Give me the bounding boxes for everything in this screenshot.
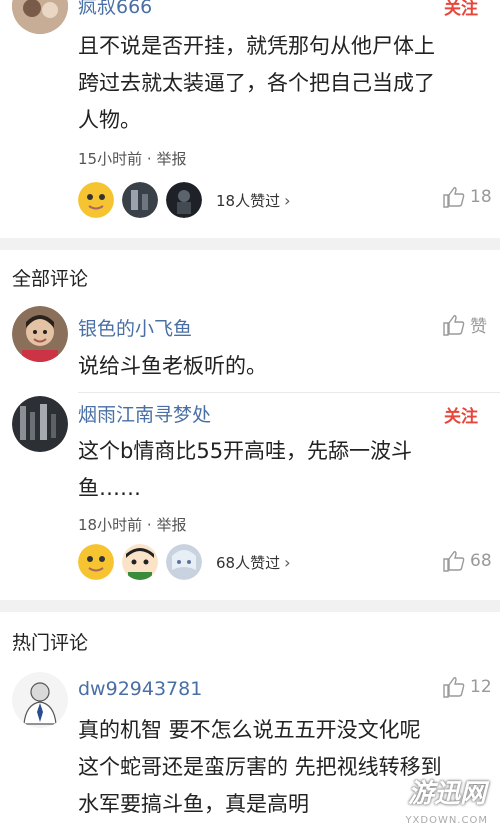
comment-line: 说给斗鱼老板听的。	[78, 354, 267, 378]
like-count: 12	[470, 677, 492, 697]
follow-button[interactable]: 关注	[444, 402, 478, 427]
report-link[interactable]: 举报	[156, 150, 186, 168]
likers-count[interactable]: 18人赞过	[216, 190, 280, 211]
avatar[interactable]	[12, 396, 68, 452]
liker-avatar	[78, 182, 114, 218]
comment-line: 人物。	[78, 108, 141, 132]
likers-count[interactable]: 68人赞过	[216, 552, 280, 573]
comment-line: 这个b情商比55开高哇，先舔一波斗	[78, 439, 413, 463]
chevron-right-icon: ›	[284, 190, 291, 210]
thumbs-up-icon	[443, 314, 465, 336]
section-divider	[0, 600, 500, 612]
avatar[interactable]	[12, 672, 68, 728]
comment-text: 这个b情商比55开高哇，先舔一波斗 鱼……	[78, 433, 493, 507]
like-button[interactable]: 12	[442, 676, 492, 698]
report-link[interactable]: 举报	[156, 516, 186, 534]
avatar[interactable]	[12, 0, 68, 34]
comment-line: 鱼……	[78, 476, 141, 500]
likers-row[interactable]: 18人赞过 ›	[78, 180, 291, 220]
comment-line: 跨过去就太装逼了，各个把自己当成了	[78, 71, 435, 95]
watermark-logo: 游迅网	[407, 779, 486, 809]
likers-row[interactable]: 68人赞过 ›	[78, 542, 291, 582]
timestamp: 18小时前	[78, 516, 143, 534]
liker-avatar	[78, 544, 114, 580]
username[interactable]: 疯叔666	[78, 0, 152, 19]
thumbs-up-icon	[443, 187, 465, 208]
liker-avatar	[166, 544, 202, 580]
section-title-all-comments: 全部评论	[12, 268, 89, 290]
comment-meta: 18小时前 · 举报	[78, 514, 186, 535]
username[interactable]: 银色的小飞鱼	[78, 314, 192, 341]
follow-button[interactable]: 关注	[444, 0, 478, 19]
username[interactable]: dw92943781	[78, 678, 202, 700]
like-button[interactable]: 赞	[442, 312, 487, 337]
comment-text: 说给斗鱼老板听的。	[78, 348, 493, 385]
section-title-hot-comments: 热门评论	[12, 632, 89, 654]
thumbs-up-icon	[443, 551, 465, 572]
thumbs-up-icon	[443, 677, 465, 698]
watermark-domain: YXDOWN.COM	[405, 815, 488, 826]
comment-line: 真的机智 要不怎么说五五开没文化呢	[78, 718, 421, 742]
liker-avatar	[166, 182, 202, 218]
chevron-right-icon: ›	[284, 552, 291, 572]
like-button[interactable]: 18	[442, 186, 492, 208]
separator-dot: ·	[146, 516, 152, 534]
like-label: 赞	[470, 317, 487, 337]
timestamp: 15小时前	[78, 150, 143, 168]
comment-separator	[78, 392, 500, 393]
comment-line: 且不说是否开挂，就凭那句从他尸体上	[78, 34, 435, 58]
section-divider	[0, 238, 500, 250]
separator-dot: ·	[146, 150, 152, 168]
comment-meta: 15小时前 · 举报	[78, 148, 186, 169]
liker-avatar	[122, 182, 158, 218]
avatar[interactable]	[12, 306, 68, 362]
liker-avatar	[122, 544, 158, 580]
like-button[interactable]: 68	[442, 550, 492, 572]
comment-text: 且不说是否开挂，就凭那句从他尸体上 跨过去就太装逼了，各个把自己当成了 人物。	[78, 28, 493, 139]
like-count: 68	[470, 551, 492, 571]
username[interactable]: 烟雨江南寻梦处	[78, 400, 211, 427]
like-count: 18	[470, 187, 492, 207]
